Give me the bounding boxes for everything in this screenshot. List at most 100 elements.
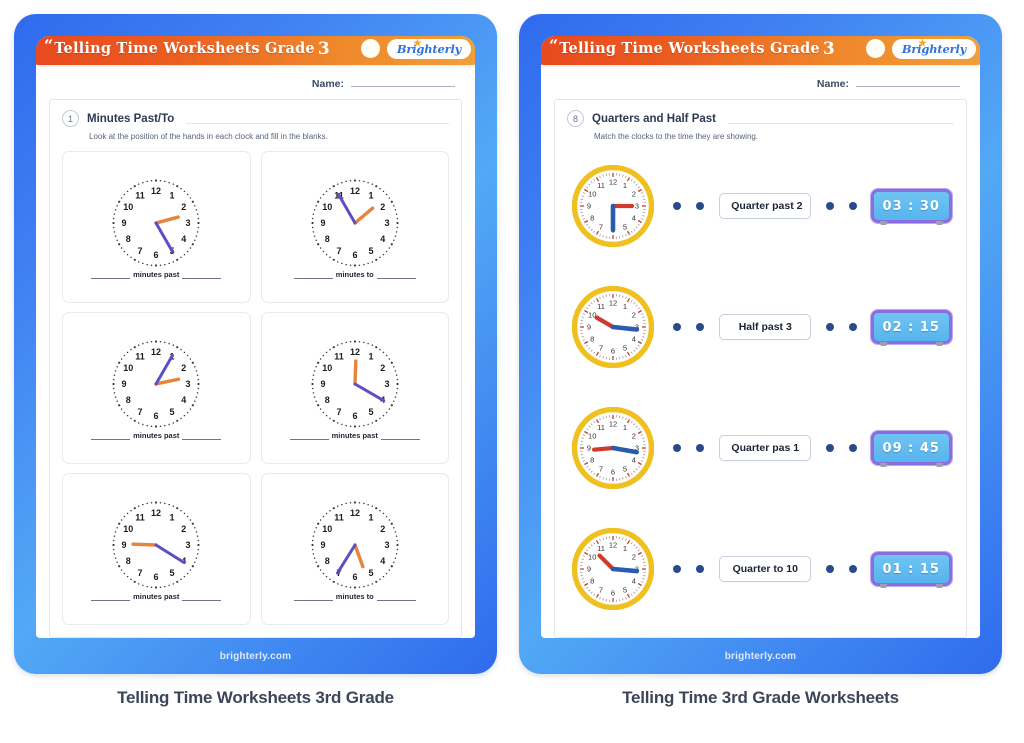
hour-hand [131, 541, 158, 547]
brighterly-logo[interactable]: Brighterly [387, 38, 471, 59]
svg-text:1: 1 [368, 351, 373, 361]
answer-line[interactable]: minutes past [91, 431, 222, 440]
matching-row[interactable]: 121234567891011 Quarter past 2 03 : 30 [567, 164, 954, 247]
match-dot[interactable] [696, 201, 705, 210]
svg-text:5: 5 [623, 343, 627, 352]
answer-line[interactable]: minutes to [293, 270, 416, 279]
clock-exercise-cell[interactable]: 121234567891011minutes past [62, 473, 251, 625]
matching-exercise-list: 121234567891011Quarter past 203 : 301212… [567, 145, 954, 629]
match-dot[interactable] [849, 322, 858, 331]
svg-text:4: 4 [632, 576, 636, 585]
svg-text:2: 2 [632, 552, 636, 561]
name-input-line[interactable] [351, 86, 455, 87]
hour-hand [154, 214, 181, 225]
digital-clock[interactable]: 02 : 15 [870, 309, 952, 346]
clock-foot-icon [879, 583, 887, 588]
clock-exercise-cell[interactable]: 121234567891011minutes to [260, 473, 449, 625]
clock-exercise-cell[interactable]: 121234567891011minutes past [62, 312, 251, 464]
svg-text:3: 3 [384, 540, 389, 550]
blank-input[interactable] [182, 270, 222, 279]
analog-clock[interactable]: 121234567891011 [569, 164, 657, 247]
clock-exercise-cell[interactable]: 121234567891011minutes past [260, 312, 449, 464]
matching-row[interactable]: 121234567891011 Quarter to 10 01 : 15 [567, 527, 954, 610]
blank-input[interactable] [91, 270, 131, 279]
svg-text:10: 10 [124, 524, 134, 534]
match-dot[interactable] [696, 443, 705, 452]
answer-line[interactable]: minutes to [293, 592, 416, 601]
match-dot[interactable] [849, 201, 858, 210]
svg-text:1: 1 [368, 190, 373, 200]
blank-input[interactable] [293, 592, 333, 601]
match-dot[interactable] [673, 322, 682, 331]
matching-row[interactable]: 12 1 2 3 4 5 6 7 8 9 10 11 Quarter pas 1 09 : 45 [567, 406, 954, 489]
minute-hand [335, 543, 357, 574]
match-dot[interactable] [696, 564, 705, 573]
digital-clock[interactable]: 03 : 30 [870, 188, 952, 225]
svg-text:2: 2 [632, 431, 636, 440]
match-dot[interactable] [696, 322, 705, 331]
worksheet-card-right[interactable]: “ Telling Time Worksheets Grade 3 Bright… [519, 14, 1002, 674]
worksheet-card-left[interactable]: “ Telling Time Worksheets Grade 3 Bright… [14, 14, 497, 674]
match-dot[interactable] [673, 443, 682, 452]
digital-clock[interactable]: 09 : 45 [870, 430, 952, 467]
worksheet-footer-right: brighterly.com [541, 638, 980, 674]
svg-text:3: 3 [384, 379, 389, 389]
match-dot[interactable] [826, 322, 835, 331]
section-header: 1 Minutes Past/To [62, 110, 449, 127]
match-dot[interactable] [849, 564, 858, 573]
footer-url: brighterly.com [724, 650, 797, 662]
svg-text:9: 9 [122, 540, 127, 550]
minute-hand [610, 566, 640, 573]
match-dot[interactable] [673, 201, 682, 210]
name-input-line[interactable] [856, 86, 960, 87]
answer-line[interactable]: minutes past [91, 270, 222, 279]
circle-icon [361, 39, 380, 58]
svg-text:1: 1 [623, 301, 627, 310]
time-phrase-chip[interactable]: Quarter to 10 [719, 555, 812, 582]
analog-clock[interactable]: 121234567891011 [569, 285, 657, 368]
blank-input[interactable] [293, 270, 333, 279]
svg-text:7: 7 [599, 585, 603, 594]
svg-text:12: 12 [609, 298, 617, 307]
svg-text:11: 11 [334, 512, 344, 522]
blank-input[interactable] [289, 431, 329, 440]
svg-text:6: 6 [352, 411, 357, 421]
section-title: Quarters and Half Past [592, 112, 716, 125]
svg-text:8: 8 [590, 334, 594, 343]
blank-input[interactable] [380, 431, 420, 440]
blank-input[interactable] [182, 431, 222, 440]
brighterly-logo[interactable]: Brighterly [892, 38, 976, 59]
answer-line[interactable]: minutes past [91, 592, 222, 601]
match-dot[interactable] [826, 564, 835, 573]
answer-line[interactable]: minutes past [289, 431, 420, 440]
svg-text:10: 10 [322, 363, 332, 373]
match-dot[interactable] [673, 564, 682, 573]
svg-text:6: 6 [611, 588, 615, 597]
analog-clock[interactable]: 121234567891011 [569, 527, 657, 610]
clock-foot-icon [935, 462, 943, 467]
svg-text:8: 8 [590, 455, 594, 464]
analog-clock[interactable]: 121234567891011 [569, 406, 657, 489]
clock-exercise-cell[interactable]: 121234567891011minutes to [260, 151, 449, 303]
digital-clock[interactable]: 01 : 15 [870, 551, 952, 588]
blank-input[interactable] [91, 431, 131, 440]
time-phrase-chip[interactable]: Quarter pas 1 [719, 434, 812, 461]
match-dot[interactable] [826, 201, 835, 210]
time-phrase-chip[interactable]: Quarter past 2 [719, 192, 812, 219]
blank-input[interactable] [376, 270, 416, 279]
svg-text:2: 2 [380, 363, 385, 373]
svg-text:10: 10 [322, 202, 332, 212]
blank-input[interactable] [91, 592, 131, 601]
name-field-row: Name: [36, 65, 475, 99]
clock-exercise-cell[interactable]: 121234567891011minutes past [62, 151, 251, 303]
matching-row[interactable]: 12 1 2 3 4 5 6 7 8 9 10 11 Half past 3 02 : 15 [567, 285, 954, 368]
match-dot[interactable] [826, 443, 835, 452]
match-dot[interactable] [849, 443, 858, 452]
time-phrase-chip[interactable]: Half past 3 [719, 313, 812, 340]
svg-text:11: 11 [597, 422, 605, 431]
blank-input[interactable] [376, 592, 416, 601]
svg-text:6: 6 [611, 467, 615, 476]
svg-text:10: 10 [588, 431, 596, 440]
blank-input[interactable] [182, 592, 222, 601]
section-quarters-half-past: 8 Quarters and Half Past Match the clock… [554, 99, 967, 638]
